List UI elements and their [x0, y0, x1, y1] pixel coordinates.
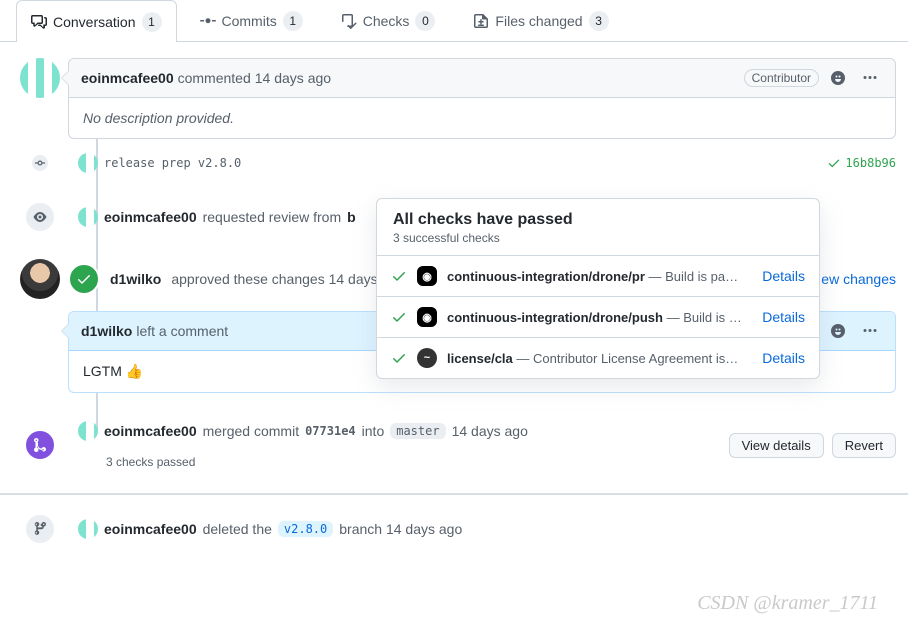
tab-checks-label: Checks — [363, 13, 410, 29]
timeline-commit: release prep v2.8.0 16b8b96 — [12, 139, 896, 187]
check-icon — [391, 268, 407, 284]
avatar[interactable] — [78, 153, 98, 173]
branch-chip[interactable]: master — [390, 423, 445, 439]
tab-conversation[interactable]: Conversation 1 — [16, 0, 177, 42]
view-changes-link[interactable]: ew changes — [821, 271, 896, 287]
pr-tabnav: Conversation 1 Commits 1 Checks 0 Files … — [0, 0, 908, 42]
comment-eoinmcafee00: eoinmcafee00 commented 14 days ago Contr… — [12, 58, 896, 139]
git-commit-icon — [200, 13, 216, 29]
comment-time[interactable]: 14 days ago — [255, 70, 331, 86]
checks-passed-text: 3 checks passed — [106, 455, 195, 469]
checklist-icon — [341, 13, 357, 29]
avatar[interactable] — [20, 58, 60, 98]
commit-message[interactable]: release prep v2.8.0 — [104, 156, 241, 170]
timeline-delete-branch: eoinmcafee00 deleted the v2.8.0 branch 1… — [12, 499, 896, 559]
delete-actor[interactable]: eoinmcafee00 — [104, 521, 197, 537]
popup-subtitle: 3 successful checks — [393, 231, 803, 245]
check-row: ~ license/cla — Contributor License Agre… — [377, 337, 819, 378]
git-merge-icon — [24, 429, 56, 461]
review-target[interactable]: b — [347, 209, 356, 225]
merge-actor[interactable]: eoinmcafee00 — [104, 423, 197, 439]
tab-checks-count: 0 — [415, 11, 435, 31]
tab-commits[interactable]: Commits 1 — [185, 0, 318, 41]
check-icon — [391, 309, 407, 325]
eye-icon — [24, 201, 56, 233]
approval-text: approved these changes 14 days ag — [171, 271, 397, 287]
comment-action: left a comment — [136, 323, 228, 339]
drone-logo-icon: ◉ — [417, 307, 437, 327]
review-request-text: requested review from — [203, 209, 342, 225]
avatar[interactable] — [78, 207, 98, 227]
view-details-button[interactable]: View details — [729, 433, 824, 458]
tab-files[interactable]: Files changed 3 — [458, 0, 623, 41]
merge-time: 14 days ago — [452, 423, 528, 439]
check-row: ◉ continuous-integration/drone/push — Bu… — [377, 296, 819, 337]
tab-conversation-count: 1 — [142, 12, 162, 32]
contributor-badge: Contributor — [744, 69, 819, 87]
check-icon — [391, 350, 407, 366]
comment-discussion-icon — [31, 14, 47, 30]
check-icon — [68, 263, 100, 295]
file-diff-icon — [473, 13, 489, 29]
tab-checks[interactable]: Checks 0 — [326, 0, 451, 41]
kebab-icon[interactable] — [857, 65, 883, 91]
actor[interactable]: eoinmcafee00 — [104, 209, 197, 225]
details-link[interactable]: Details — [762, 268, 805, 284]
approval-actor[interactable]: d1wilko — [110, 271, 161, 287]
cla-logo-icon: ~ — [417, 348, 437, 368]
check-row: ◉ continuous-integration/drone/pr — Buil… — [377, 255, 819, 296]
avatar[interactable] — [78, 519, 98, 539]
popup-title: All checks have passed — [393, 211, 803, 229]
revert-button[interactable]: Revert — [832, 433, 896, 458]
check-icon — [827, 156, 841, 170]
checks-popup: All checks have passed 3 successful chec… — [376, 198, 820, 379]
timeline-merge: eoinmcafee00 merged commit 07731e4 into … — [12, 407, 896, 483]
comment-body: No description provided. — [83, 110, 234, 126]
react-icon[interactable] — [825, 318, 851, 344]
merge-sha[interactable]: 07731e4 — [305, 424, 356, 438]
delete-post: branch 14 days ago — [339, 521, 462, 537]
tab-commits-count: 1 — [283, 11, 303, 31]
avatar[interactable] — [20, 259, 60, 299]
commit-sha-link[interactable]: 16b8b96 — [827, 156, 896, 170]
comment-action: commented — [178, 70, 251, 86]
divider — [0, 493, 908, 495]
avatar[interactable] — [78, 421, 98, 441]
tab-files-count: 3 — [589, 11, 609, 31]
drone-logo-icon: ◉ — [417, 266, 437, 286]
git-commit-dot-icon — [32, 155, 48, 171]
details-link[interactable]: Details — [762, 309, 805, 325]
comment-author[interactable]: eoinmcafee00 — [81, 70, 174, 86]
tab-commits-label: Commits — [222, 13, 277, 29]
details-link[interactable]: Details — [762, 350, 805, 366]
comment-author[interactable]: d1wilko — [81, 323, 132, 339]
kebab-icon[interactable] — [857, 318, 883, 344]
git-branch-icon — [24, 513, 56, 545]
deleted-branch-chip[interactable]: v2.8.0 — [278, 521, 333, 537]
react-icon[interactable] — [825, 65, 851, 91]
tab-conversation-label: Conversation — [53, 14, 136, 30]
tab-files-label: Files changed — [495, 13, 582, 29]
watermark: CSDN @kramer_1711 — [697, 592, 878, 615]
